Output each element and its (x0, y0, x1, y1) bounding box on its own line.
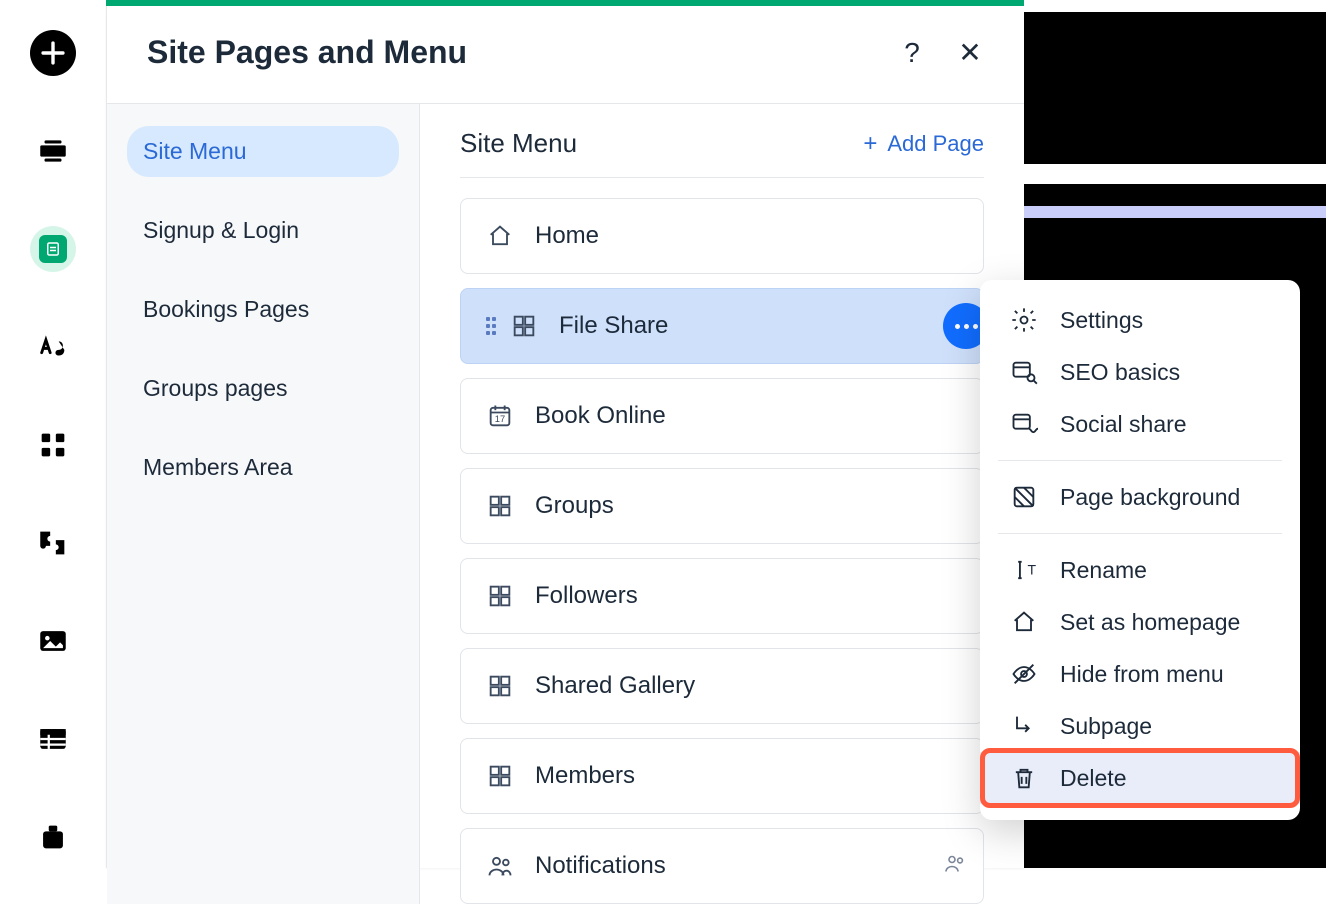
ctx-label: Social share (1060, 411, 1187, 438)
rail-screens-button[interactable] (30, 128, 76, 174)
sidebar-item-signup-login[interactable]: Signup & Login (127, 205, 399, 256)
page-label: Home (535, 222, 599, 250)
help-icon: ? (904, 37, 920, 69)
ctx-label: Set as homepage (1060, 609, 1240, 636)
ctx-label: Hide from menu (1060, 661, 1224, 688)
ctx-label: Subpage (1060, 713, 1152, 740)
grid-icon (485, 761, 515, 791)
rail-theme-button[interactable] (30, 324, 76, 370)
page-item-home[interactable]: Home (460, 198, 984, 274)
ctx-separator (998, 533, 1282, 534)
ctx-page-background[interactable]: Page background (980, 471, 1300, 523)
ctx-seo-basics[interactable]: SEO basics (980, 346, 1300, 398)
plus-icon: + (863, 132, 877, 156)
trash-icon (1010, 764, 1038, 792)
rail-add-button[interactable] (30, 30, 76, 76)
sidebar-item-members-area[interactable]: Members Area (127, 442, 399, 493)
page-item-shared-gallery[interactable]: Shared Gallery (460, 648, 984, 724)
page-label: Notifications (535, 852, 666, 880)
panel-title: Site Pages and Menu (147, 34, 467, 71)
page-context-menu: Settings SEO basics Social share Page ba… (980, 280, 1300, 820)
members-indicator-icon (943, 852, 967, 881)
page-label: Shared Gallery (535, 672, 695, 700)
panel-content: Site Menu + Add Page Home (420, 104, 1024, 904)
gear-icon (1010, 306, 1038, 334)
ctx-social-share[interactable]: Social share (980, 398, 1300, 450)
calendar-icon: 17 (485, 401, 515, 431)
page-label: File Share (559, 312, 668, 340)
sidebar-item-bookings-pages[interactable]: Bookings Pages (127, 284, 399, 335)
canvas-strip-2 (1024, 164, 1326, 184)
hide-icon (1010, 660, 1038, 688)
rail-plugins-button[interactable] (30, 520, 76, 566)
ctx-label: Delete (1060, 765, 1126, 792)
canvas-strip-1 (1024, 0, 1326, 12)
seo-icon (1010, 358, 1038, 386)
page-label: Members (535, 762, 635, 790)
ctx-label: Rename (1060, 557, 1147, 584)
plus-icon (36, 36, 70, 70)
ctx-label: SEO basics (1060, 359, 1180, 386)
ctx-rename[interactable]: T Rename (980, 544, 1300, 596)
pages-icon (39, 235, 67, 263)
subpage-icon (1010, 712, 1038, 740)
pattern-icon (1010, 483, 1038, 511)
sidebar-item-groups-pages[interactable]: Groups pages (127, 363, 399, 414)
add-page-button[interactable]: + Add Page (863, 131, 984, 157)
rail-store-button[interactable] (30, 814, 76, 860)
page-item-book-online[interactable]: 17 Book Online (460, 378, 984, 454)
content-heading: Site Menu (460, 128, 577, 159)
page-item-followers[interactable]: Followers (460, 558, 984, 634)
svg-text:T: T (1028, 562, 1037, 578)
people-icon (485, 851, 515, 881)
page-label: Groups (535, 492, 614, 520)
rail-media-button[interactable] (30, 618, 76, 664)
left-railbar (0, 0, 106, 868)
apps-icon (36, 428, 70, 462)
pages-panel: Site Pages and Menu ? ✕ Site Menu Signup… (106, 6, 1024, 868)
add-page-label: Add Page (887, 131, 984, 157)
drag-handle-icon[interactable] (485, 316, 499, 336)
close-icon: ✕ (958, 36, 981, 69)
table-icon (36, 722, 70, 756)
media-icon (36, 624, 70, 658)
panel-sidebar: Site Menu Signup & Login Bookings Pages … (107, 104, 420, 904)
home-icon (485, 221, 515, 251)
rail-pages-button[interactable] (30, 226, 76, 272)
grid-icon (509, 311, 539, 341)
panel-header: Site Pages and Menu ? ✕ (107, 6, 1024, 104)
ctx-separator (998, 460, 1282, 461)
help-button[interactable]: ? (898, 39, 926, 67)
ctx-label: Settings (1060, 307, 1143, 334)
ctx-delete[interactable]: Delete (980, 752, 1300, 804)
close-button[interactable]: ✕ (956, 39, 984, 67)
plugins-icon (36, 526, 70, 560)
page-item-file-share[interactable]: File Share (460, 288, 984, 364)
page-item-notifications[interactable]: Notifications (460, 828, 984, 904)
ctx-set-homepage[interactable]: Set as homepage (980, 596, 1300, 648)
page-item-groups[interactable]: Groups (460, 468, 984, 544)
grid-icon (485, 581, 515, 611)
canvas-strip-3 (1024, 206, 1326, 218)
ctx-settings[interactable]: Settings (980, 294, 1300, 346)
screens-icon (36, 134, 70, 168)
rail-table-button[interactable] (30, 716, 76, 762)
grid-icon (485, 491, 515, 521)
social-icon (1010, 410, 1038, 438)
rail-apps-button[interactable] (30, 422, 76, 468)
home-icon (1010, 608, 1038, 636)
page-label: Book Online (535, 402, 666, 430)
page-list: Home File Share (460, 198, 984, 904)
grid-icon (485, 671, 515, 701)
page-item-members[interactable]: Members (460, 738, 984, 814)
page-label: Followers (535, 582, 638, 610)
ctx-hide-from-menu[interactable]: Hide from menu (980, 648, 1300, 700)
svg-text:17: 17 (495, 414, 505, 424)
sidebar-item-site-menu[interactable]: Site Menu (127, 126, 399, 177)
ctx-label: Page background (1060, 484, 1240, 511)
ctx-subpage[interactable]: Subpage (980, 700, 1300, 752)
theme-icon (36, 330, 70, 364)
store-icon (36, 820, 70, 854)
rename-icon: T (1010, 556, 1038, 584)
